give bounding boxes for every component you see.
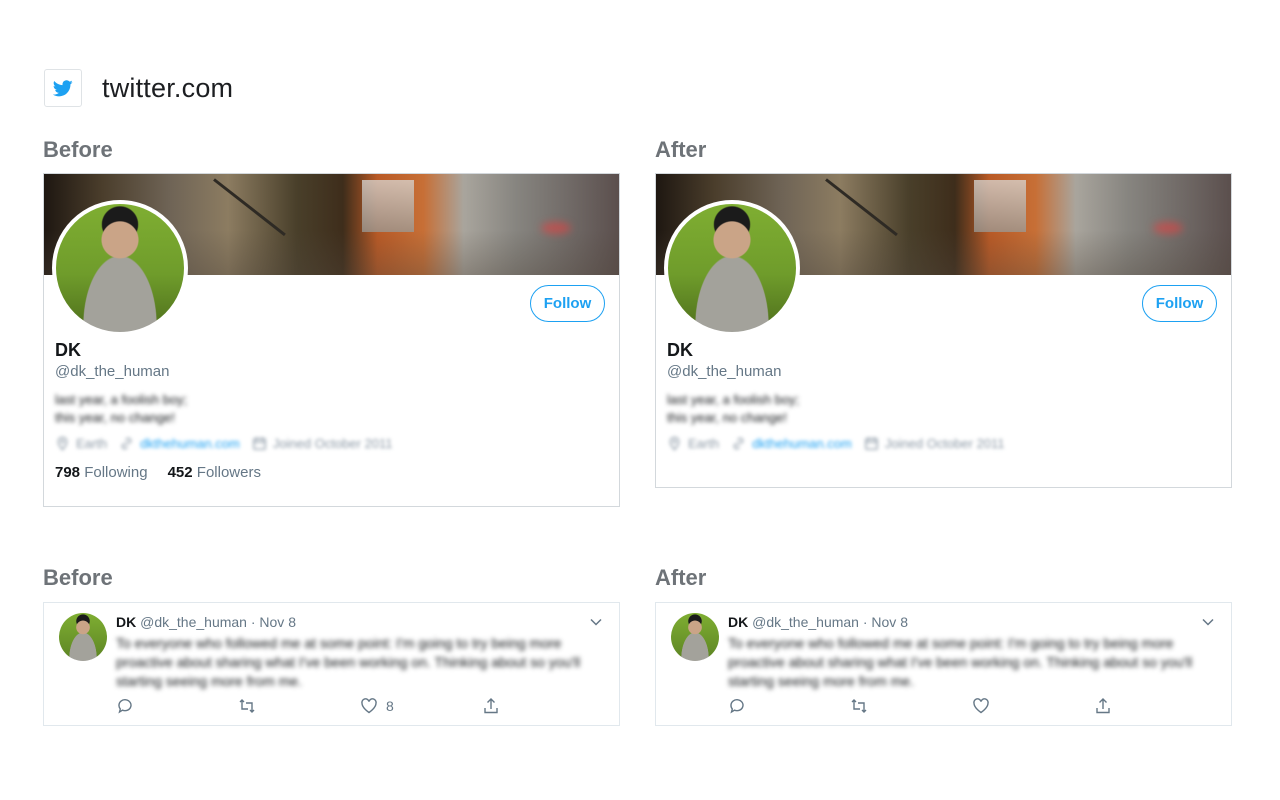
calendar-icon <box>865 437 878 450</box>
reply-icon <box>730 699 744 714</box>
site-header: twitter.com <box>44 69 233 107</box>
profile-card: Follow DK @dk_the_human last year, a foo… <box>43 173 620 507</box>
profile-bio: last year, a foolish boy; this year, no … <box>55 391 608 427</box>
calendar-icon <box>253 437 266 450</box>
bio-line: last year, a foolish boy; <box>667 392 800 407</box>
like-button[interactable]: 8 <box>360 697 394 715</box>
retweet-button[interactable] <box>850 697 868 715</box>
profile-stats: 798 Following 452 Followers <box>55 464 608 506</box>
profile-name: DK <box>55 340 81 360</box>
tweet-actions: 8 <box>116 697 536 717</box>
section-label: Before <box>43 565 113 590</box>
retweet-button[interactable] <box>238 697 256 715</box>
following-stat[interactable]: 798 Following <box>55 464 148 481</box>
tweet-text: To everyone who followed me at some poin… <box>728 635 1193 689</box>
tweet-date[interactable]: · Nov 8 <box>863 614 908 630</box>
profile-bio: last year, a foolish boy; this year, no … <box>667 391 1220 427</box>
tweet-card[interactable]: DK @dk_the_human · Nov 8 To everyone who… <box>655 602 1232 726</box>
profile-avatar[interactable] <box>664 200 800 336</box>
profile-joined: Joined October 2011 <box>884 436 1005 451</box>
profile-avatar[interactable] <box>52 200 188 336</box>
like-count: 8 <box>386 698 394 714</box>
follow-button[interactable]: Follow <box>530 285 605 322</box>
tweet-author-handle[interactable]: @dk_the_human <box>752 614 859 630</box>
tweet-before-section: Before DK @dk_the_human · Nov 8 To every… <box>43 563 620 726</box>
followers-stat[interactable]: 452 Followers <box>168 464 261 481</box>
section-label: After <box>655 565 707 590</box>
profile-before-section: Before Follow DK @dk_the_human last year… <box>43 135 620 507</box>
tweet-avatar[interactable] <box>671 613 719 661</box>
tweet-card[interactable]: DK @dk_the_human · Nov 8 To everyone who… <box>43 602 620 726</box>
like-button[interactable] <box>972 697 990 715</box>
link-icon <box>733 437 744 450</box>
bio-line: this year, no change! <box>667 410 787 425</box>
profile-joined: Joined October 2011 <box>272 436 393 451</box>
following-count: 798 <box>55 464 81 481</box>
profile-handle: @dk_the_human <box>55 363 170 380</box>
tweet-after-section: After DK @dk_the_human · Nov 8 To everyo… <box>655 563 1232 726</box>
bio-line: last year, a foolish boy; <box>55 392 188 407</box>
section-label: After <box>655 137 707 162</box>
profile-meta: Earth dkthehuman.com Joined October 2011 <box>667 436 1220 451</box>
bio-line: this year, no change! <box>55 410 175 425</box>
profile-location: Earth <box>76 436 108 451</box>
tweet-header: DK @dk_the_human · Nov 8 <box>728 613 908 631</box>
share-icon <box>1096 698 1110 714</box>
tweet-header: DK @dk_the_human · Nov 8 <box>116 613 296 631</box>
share-button[interactable] <box>1094 697 1112 715</box>
twitter-bird-icon <box>44 69 82 107</box>
section-label: Before <box>43 137 113 162</box>
profile-meta: Earth dkthehuman.com Joined October 2011 <box>55 436 608 451</box>
follow-button[interactable]: Follow <box>1142 285 1217 322</box>
following-label: Following <box>84 464 148 481</box>
tweet-author-name[interactable]: DK <box>116 614 136 630</box>
retweet-icon <box>239 699 255 713</box>
profile-website-link[interactable]: dkthehuman.com <box>140 436 240 451</box>
profile-handle: @dk_the_human <box>667 363 782 380</box>
tweet-author-name[interactable]: DK <box>728 614 748 630</box>
retweet-icon <box>851 699 867 713</box>
heart-icon <box>973 698 989 714</box>
tweet-avatar[interactable] <box>59 613 107 661</box>
heart-icon <box>361 698 377 714</box>
profile-website-link[interactable]: dkthehuman.com <box>752 436 852 451</box>
chevron-down-icon[interactable] <box>1201 615 1215 629</box>
link-icon <box>121 437 132 450</box>
profile-name: DK <box>667 340 693 360</box>
profile-card: Follow DK @dk_the_human last year, a foo… <box>655 173 1232 488</box>
location-pin-icon <box>57 436 68 451</box>
location-pin-icon <box>669 436 680 451</box>
followers-count: 452 <box>167 464 193 481</box>
tweet-actions <box>728 697 1148 717</box>
share-button[interactable] <box>482 697 500 715</box>
followers-label: Followers <box>196 464 261 481</box>
reply-button[interactable] <box>728 697 746 715</box>
reply-button[interactable] <box>116 697 134 715</box>
share-icon <box>484 698 498 714</box>
tweet-author-handle[interactable]: @dk_the_human <box>140 614 247 630</box>
site-name: twitter.com <box>102 72 234 103</box>
reply-icon <box>118 699 132 714</box>
chevron-down-icon[interactable] <box>589 615 603 629</box>
profile-location: Earth <box>688 436 720 451</box>
profile-after-section: After Follow DK @dk_the_human last year,… <box>655 135 1232 488</box>
tweet-text: To everyone who followed me at some poin… <box>116 635 581 689</box>
tweet-date[interactable]: · Nov 8 <box>251 614 296 630</box>
